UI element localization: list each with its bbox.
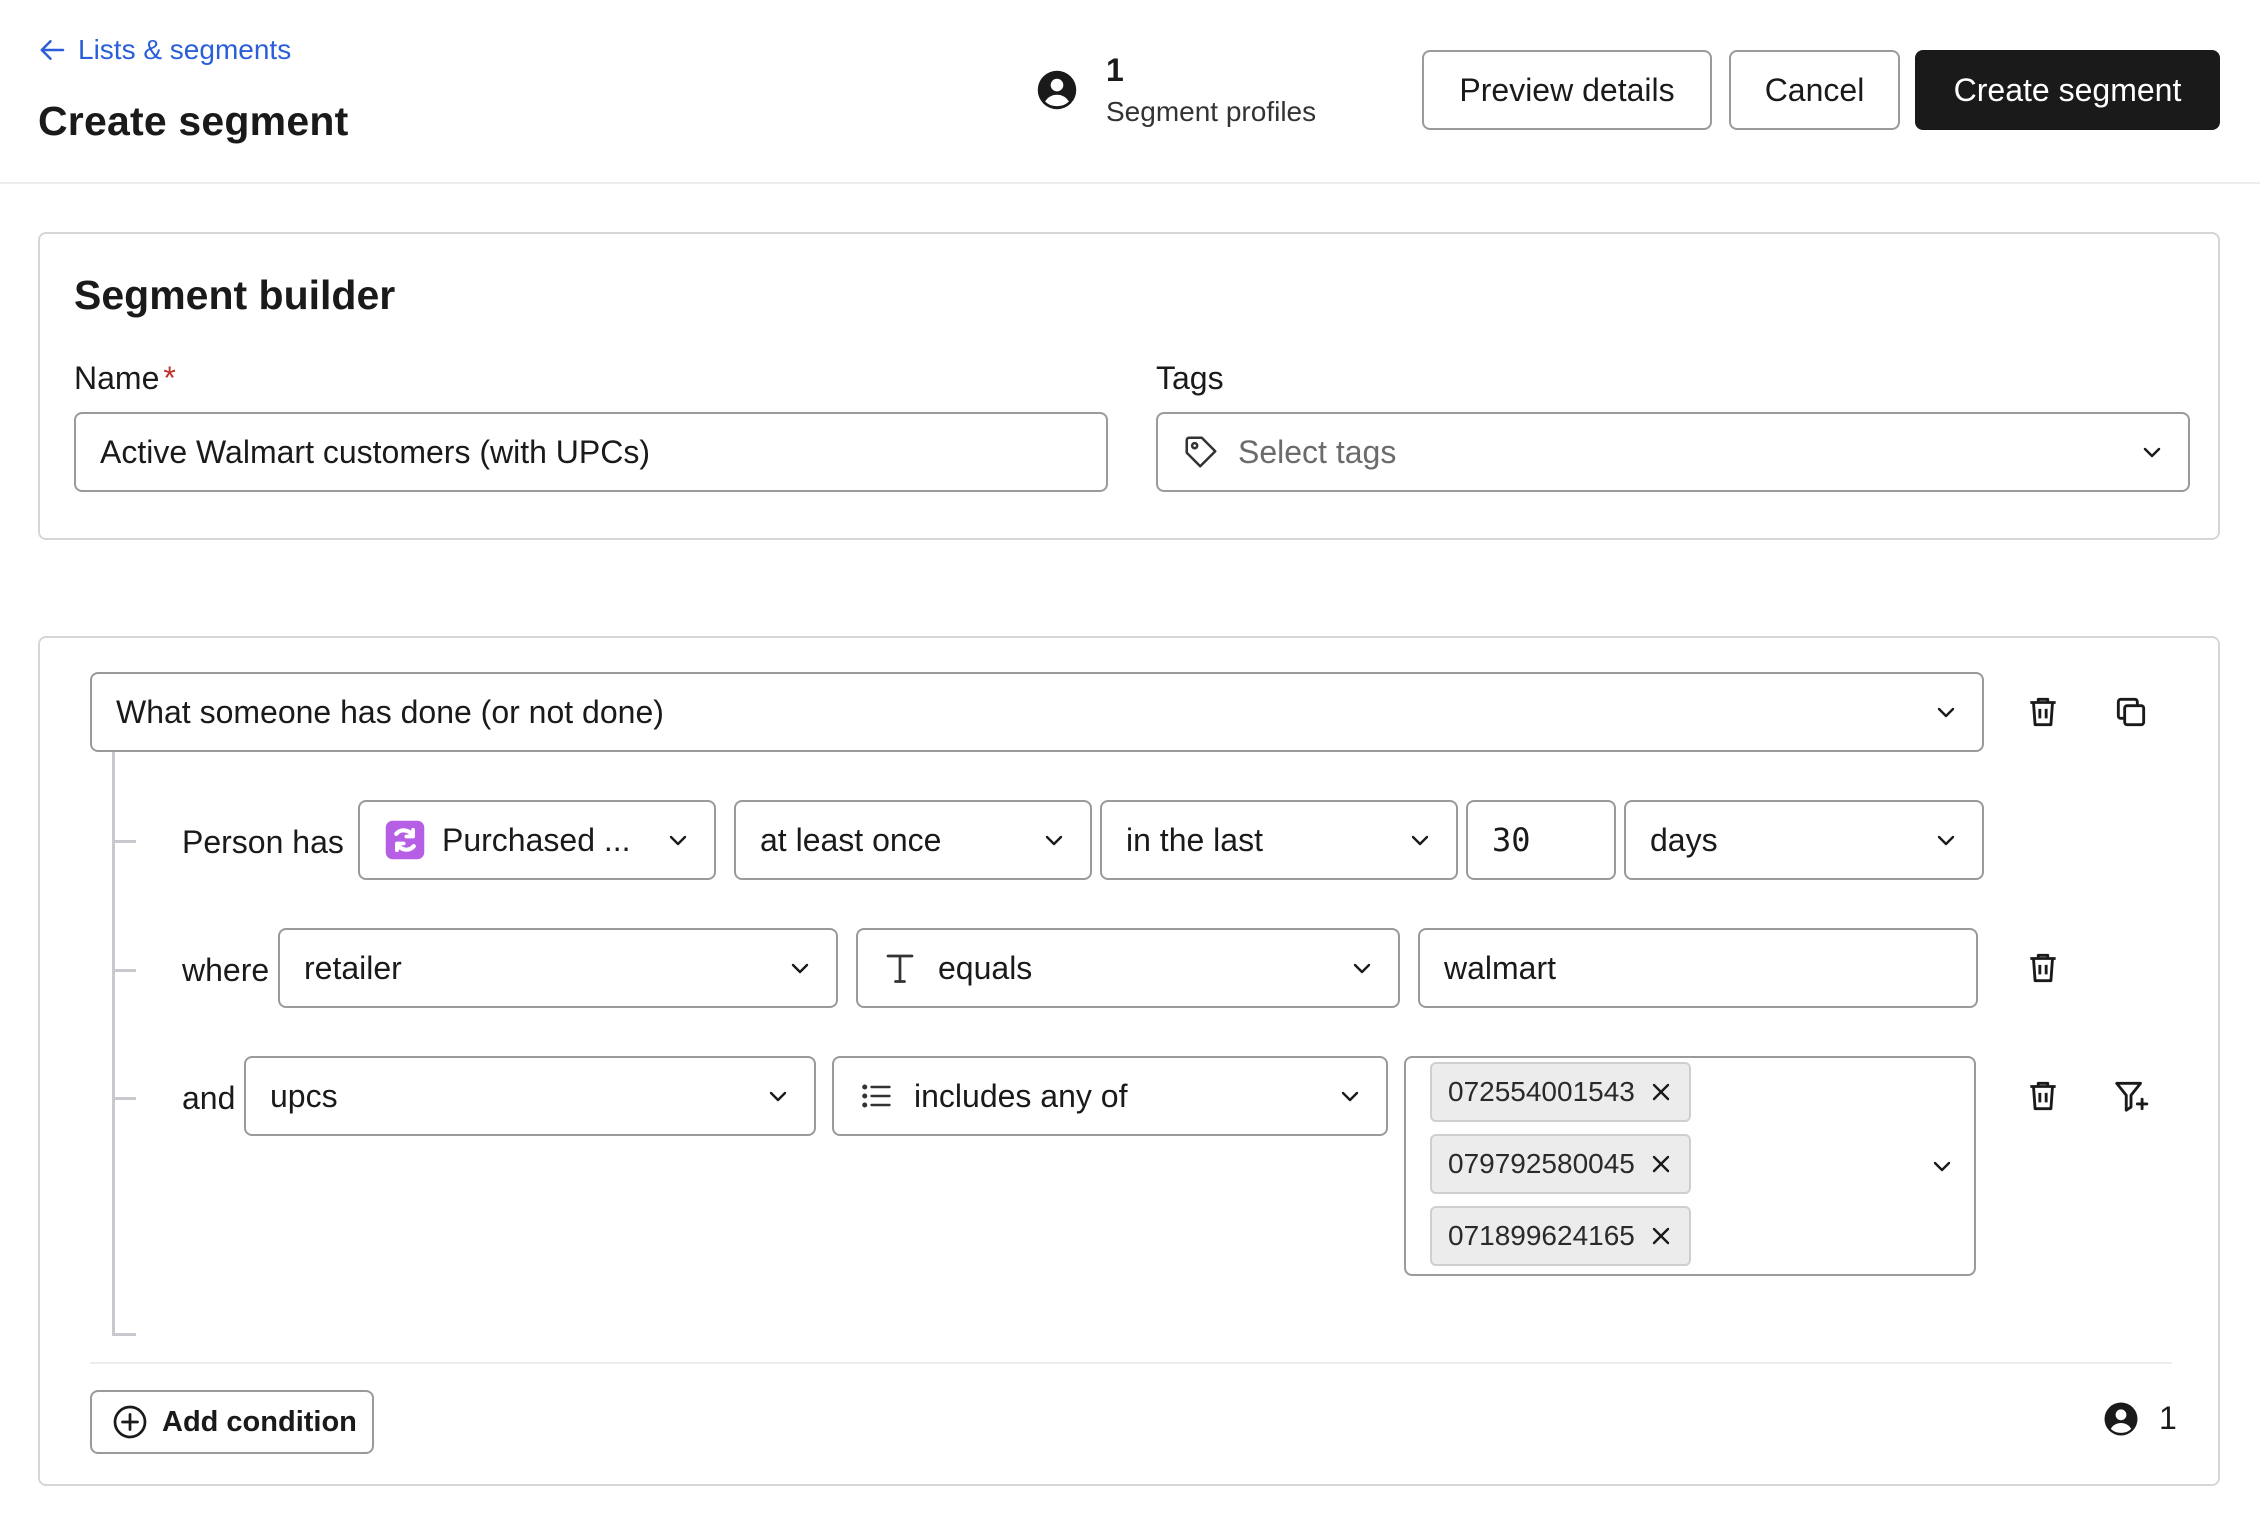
tags-select[interactable]: Select tags [1156,412,2190,492]
timeframe-number-input[interactable]: 30 [1466,800,1616,880]
segment-builder-heading: Segment builder [74,272,396,318]
create-segment-button[interactable]: Create segment [1915,50,2220,130]
frequency-select[interactable]: at least once [734,800,1092,880]
chevron-down-icon [666,828,690,852]
timeframe-number-value: 30 [1492,821,1531,859]
filter2-values-multiselect[interactable]: 072554001543 079792580045 071899624165 [1404,1056,1976,1276]
tags-placeholder: Select tags [1238,433,1397,470]
add-filter-button[interactable] [2107,1072,2155,1120]
header-divider [0,182,2260,184]
segment-builder-card: Segment builder Name * Active Walmart cus… [38,232,2220,540]
filter1-operator-select[interactable]: equals [856,928,1400,1008]
filter2-operator-select[interactable]: includes any of [832,1056,1388,1136]
filter1-value-input[interactable]: walmart [1418,928,1978,1008]
name-label: Name * [74,360,176,397]
chevron-down-icon [788,956,812,980]
back-link[interactable]: Lists & segments [38,32,291,68]
condition-type-value: What someone has done (or not done) [116,693,664,730]
tree-branch [112,840,136,843]
filter-plus-icon [2112,1077,2150,1115]
upc-chip: 071899624165 [1430,1206,1691,1266]
metric-integration-icon [384,819,426,861]
frequency-value: at least once [760,821,942,858]
filter1-property-value: retailer [304,949,402,986]
tree-branch [112,1097,136,1100]
add-condition-button[interactable]: Add condition [90,1390,374,1454]
chevron-down-icon [1934,700,1958,724]
preview-details-button[interactable]: Preview details [1422,50,1712,130]
user-circle-icon [1036,69,1078,111]
condition-type-select[interactable]: What someone has done (or not done) [90,672,1984,752]
upc-chip-label: 071899624165 [1448,1220,1635,1251]
add-condition-label: Add condition [162,1405,357,1438]
filter1-operator-value: equals [938,949,1033,986]
chevron-down-icon [1408,828,1432,852]
delete-filter2-button[interactable] [2019,1072,2067,1120]
tags-label: Tags [1156,360,1224,396]
delete-condition-button[interactable] [2019,688,2067,736]
delete-filter1-button[interactable] [2019,944,2067,992]
chevron-down-icon [2140,440,2164,464]
chevron-down-icon [1934,828,1958,852]
upc-chip-label: 079792580045 [1448,1148,1635,1179]
upc-chip: 072554001543 [1430,1062,1691,1122]
arrow-left-icon [38,35,68,65]
where-label: where [182,952,270,988]
chevron-down-icon [1350,956,1374,980]
chevron-down-icon [766,1084,790,1108]
trash-icon [2024,949,2062,987]
filter1-value: walmart [1444,949,1557,986]
trash-icon [2024,1077,2062,1115]
chevron-down-icon [1930,1154,1954,1178]
name-label-text: Name [74,360,160,396]
remove-chip-icon[interactable] [1649,1224,1673,1248]
remove-chip-icon[interactable] [1649,1080,1673,1104]
profile-count-label: Segment profiles [1106,96,1317,127]
name-input[interactable]: Active Walmart customers (with UPCs) [74,412,1108,492]
timeframe-unit-value: days [1650,821,1718,858]
condition-count-value: 1 [2159,1400,2177,1436]
remove-chip-icon[interactable] [1649,1152,1673,1176]
condition-card: What someone has done (or not done) Pers… [38,636,2220,1486]
plus-circle-icon [112,1404,148,1440]
trash-icon [2024,693,2062,731]
upc-chip-label: 072554001543 [1448,1076,1635,1107]
filter2-property-value: upcs [270,1077,338,1114]
condition-profile-count: 1 [2103,1400,2177,1437]
name-input-value: Active Walmart customers (with UPCs) [100,433,650,470]
duplicate-condition-button[interactable] [2107,688,2155,736]
person-has-label: Person has [182,824,344,860]
required-mark: * [163,360,176,396]
list-icon [858,1078,894,1114]
timeframe-unit-select[interactable]: days [1624,800,1984,880]
metric-value: Purchased ... [442,821,631,858]
chevron-down-icon [1338,1084,1362,1108]
segment-profiles-summary: 1 Segment profiles [1036,50,1316,130]
condition-footer-divider [90,1362,2172,1364]
tree-branch [112,1333,136,1336]
copy-icon [2112,693,2150,731]
cancel-button[interactable]: Cancel [1729,50,1900,130]
timeframe-value: in the last [1126,821,1263,858]
tag-icon [1182,433,1220,471]
timeframe-select[interactable]: in the last [1100,800,1458,880]
metric-select[interactable]: Purchased ... [358,800,716,880]
back-link-label: Lists & segments [78,34,292,65]
chevron-down-icon [1042,828,1066,852]
filter2-property-select[interactable]: upcs [244,1056,816,1136]
upc-chip: 079792580045 [1430,1134,1691,1194]
filter2-operator-value: includes any of [914,1077,1128,1114]
profile-count: 1 [1106,52,1124,88]
page-title: Create segment [38,98,349,144]
user-circle-icon [2103,1401,2139,1437]
and-label: and [182,1080,236,1116]
text-type-icon [882,950,918,986]
tree-branch [112,969,136,972]
filter1-property-select[interactable]: retailer [278,928,838,1008]
